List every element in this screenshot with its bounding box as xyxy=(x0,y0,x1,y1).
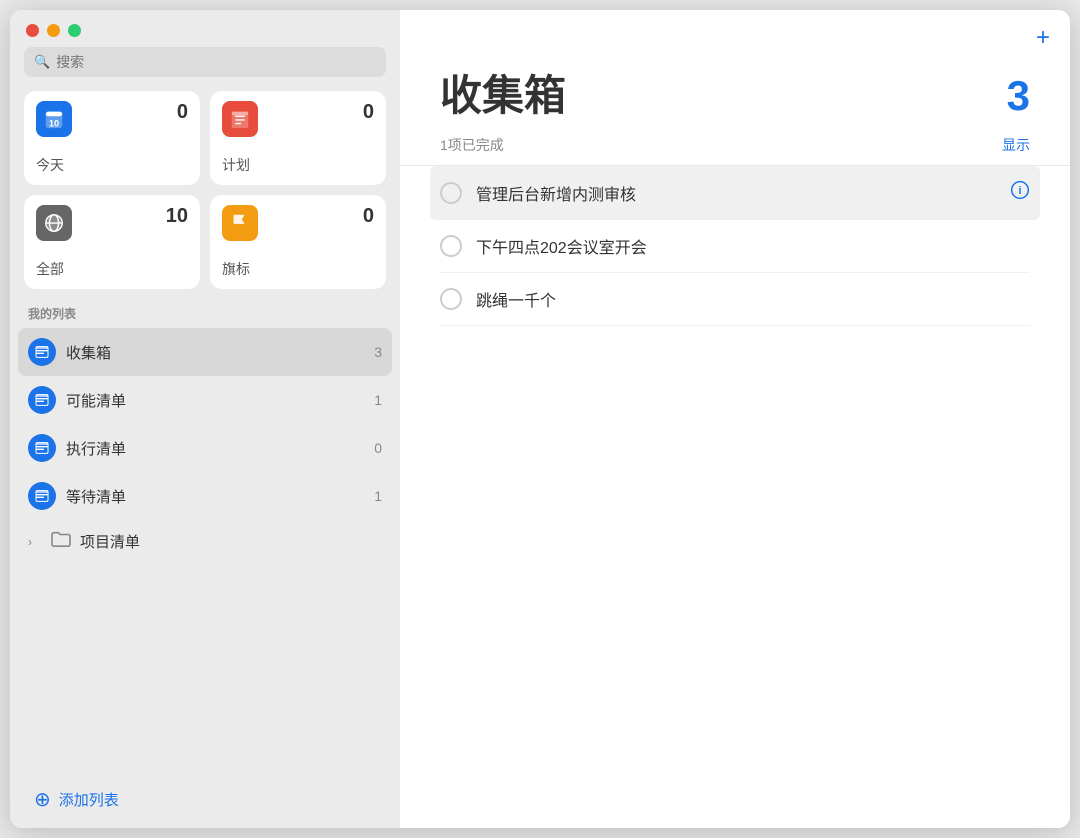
add-task-button[interactable]: + xyxy=(1036,24,1050,52)
list-item-inbox[interactable]: 收集箱 3 xyxy=(18,328,392,376)
today-count: 0 xyxy=(177,101,188,124)
maximize-button[interactable] xyxy=(68,24,81,37)
search-icon: 🔍 xyxy=(34,54,50,70)
task-checkbox-3[interactable] xyxy=(440,288,462,310)
app-window: 🔍 10 0 今天 xyxy=(10,10,1070,828)
quick-card-plan[interactable]: 0 计划 xyxy=(210,91,386,185)
search-bar[interactable]: 🔍 xyxy=(24,47,386,77)
main-header: + xyxy=(400,10,1070,52)
chevron-right-icon: › xyxy=(28,535,42,549)
titlebar xyxy=(10,10,400,47)
plan-icon xyxy=(222,101,258,137)
main-title-area: 收集箱 3 xyxy=(400,52,1070,123)
add-list-button[interactable]: ⊕ 添加列表 xyxy=(18,775,392,824)
today-label: 今天 xyxy=(36,155,188,175)
list-icon-maybe xyxy=(28,386,56,414)
maybe-count: 1 xyxy=(374,392,382,408)
all-count: 10 xyxy=(166,205,188,228)
flag-count: 0 xyxy=(363,205,374,228)
minimize-button[interactable] xyxy=(47,24,60,37)
list-item-execute[interactable]: 执行清单 0 xyxy=(18,424,392,472)
task-info-button-1[interactable]: i xyxy=(1010,180,1030,205)
project-name: 项目清单 xyxy=(80,531,140,552)
list-items: 收集箱 3 可能清单 1 执行清单 0 xyxy=(10,328,400,771)
completed-text: 1项已完成 xyxy=(440,135,504,155)
waiting-name: 等待清单 xyxy=(66,486,364,507)
inbox-name: 收集箱 xyxy=(66,342,364,363)
flag-icon xyxy=(222,205,258,241)
sidebar: 🔍 10 0 今天 xyxy=(10,10,400,828)
project-item[interactable]: › 项目清单 xyxy=(18,520,392,563)
task-checkbox-1[interactable] xyxy=(440,182,462,204)
list-item-maybe[interactable]: 可能清单 1 xyxy=(18,376,392,424)
flag-label: 旗标 xyxy=(222,259,374,279)
task-text-2: 下午四点202会议室开会 xyxy=(476,234,1030,258)
list-icon-inbox xyxy=(28,338,56,366)
my-lists-label: 我的列表 xyxy=(10,305,400,328)
main-count: 3 xyxy=(1007,72,1030,120)
task-item-3[interactable]: 跳绳一千个 xyxy=(440,273,1030,326)
task-text-3: 跳绳一千个 xyxy=(476,287,1030,311)
quick-card-all[interactable]: 10 全部 xyxy=(24,195,200,289)
plan-count: 0 xyxy=(363,101,374,124)
completed-bar: 1项已完成 显示 xyxy=(400,123,1070,165)
quick-grid: 10 0 今天 xyxy=(10,91,400,305)
plan-label: 计划 xyxy=(222,155,374,175)
main-title: 收集箱 xyxy=(440,62,566,123)
folder-icon xyxy=(50,530,72,553)
list-item-waiting[interactable]: 等待清单 1 xyxy=(18,472,392,520)
quick-card-flag[interactable]: 0 旗标 xyxy=(210,195,386,289)
show-completed-button[interactable]: 显示 xyxy=(1002,135,1030,155)
all-icon xyxy=(36,205,72,241)
add-list-label: 添加列表 xyxy=(59,789,119,810)
inbox-count: 3 xyxy=(374,344,382,360)
svg-text:i: i xyxy=(1018,185,1021,197)
list-icon-execute xyxy=(28,434,56,462)
close-button[interactable] xyxy=(26,24,39,37)
execute-count: 0 xyxy=(374,440,382,456)
execute-name: 执行清单 xyxy=(66,438,364,459)
main-content: + 收集箱 3 1项已完成 显示 管理后台新增内测审核 i xyxy=(400,10,1070,828)
quick-card-today[interactable]: 10 0 今天 xyxy=(24,91,200,185)
waiting-count: 1 xyxy=(374,488,382,504)
add-circle-icon: ⊕ xyxy=(34,787,51,812)
task-item-1[interactable]: 管理后台新增内测审核 i xyxy=(430,166,1040,220)
task-item-2[interactable]: 下午四点202会议室开会 xyxy=(440,220,1030,273)
svg-text:10: 10 xyxy=(49,118,59,128)
task-list: 管理后台新增内测审核 i 下午四点202会议室开会 跳绳一千个 xyxy=(400,166,1070,828)
search-input[interactable] xyxy=(56,54,376,70)
task-checkbox-2[interactable] xyxy=(440,235,462,257)
list-icon-waiting xyxy=(28,482,56,510)
maybe-name: 可能清单 xyxy=(66,390,364,411)
today-icon: 10 xyxy=(36,101,72,137)
all-label: 全部 xyxy=(36,259,188,279)
task-text-1: 管理后台新增内测审核 xyxy=(476,181,996,205)
